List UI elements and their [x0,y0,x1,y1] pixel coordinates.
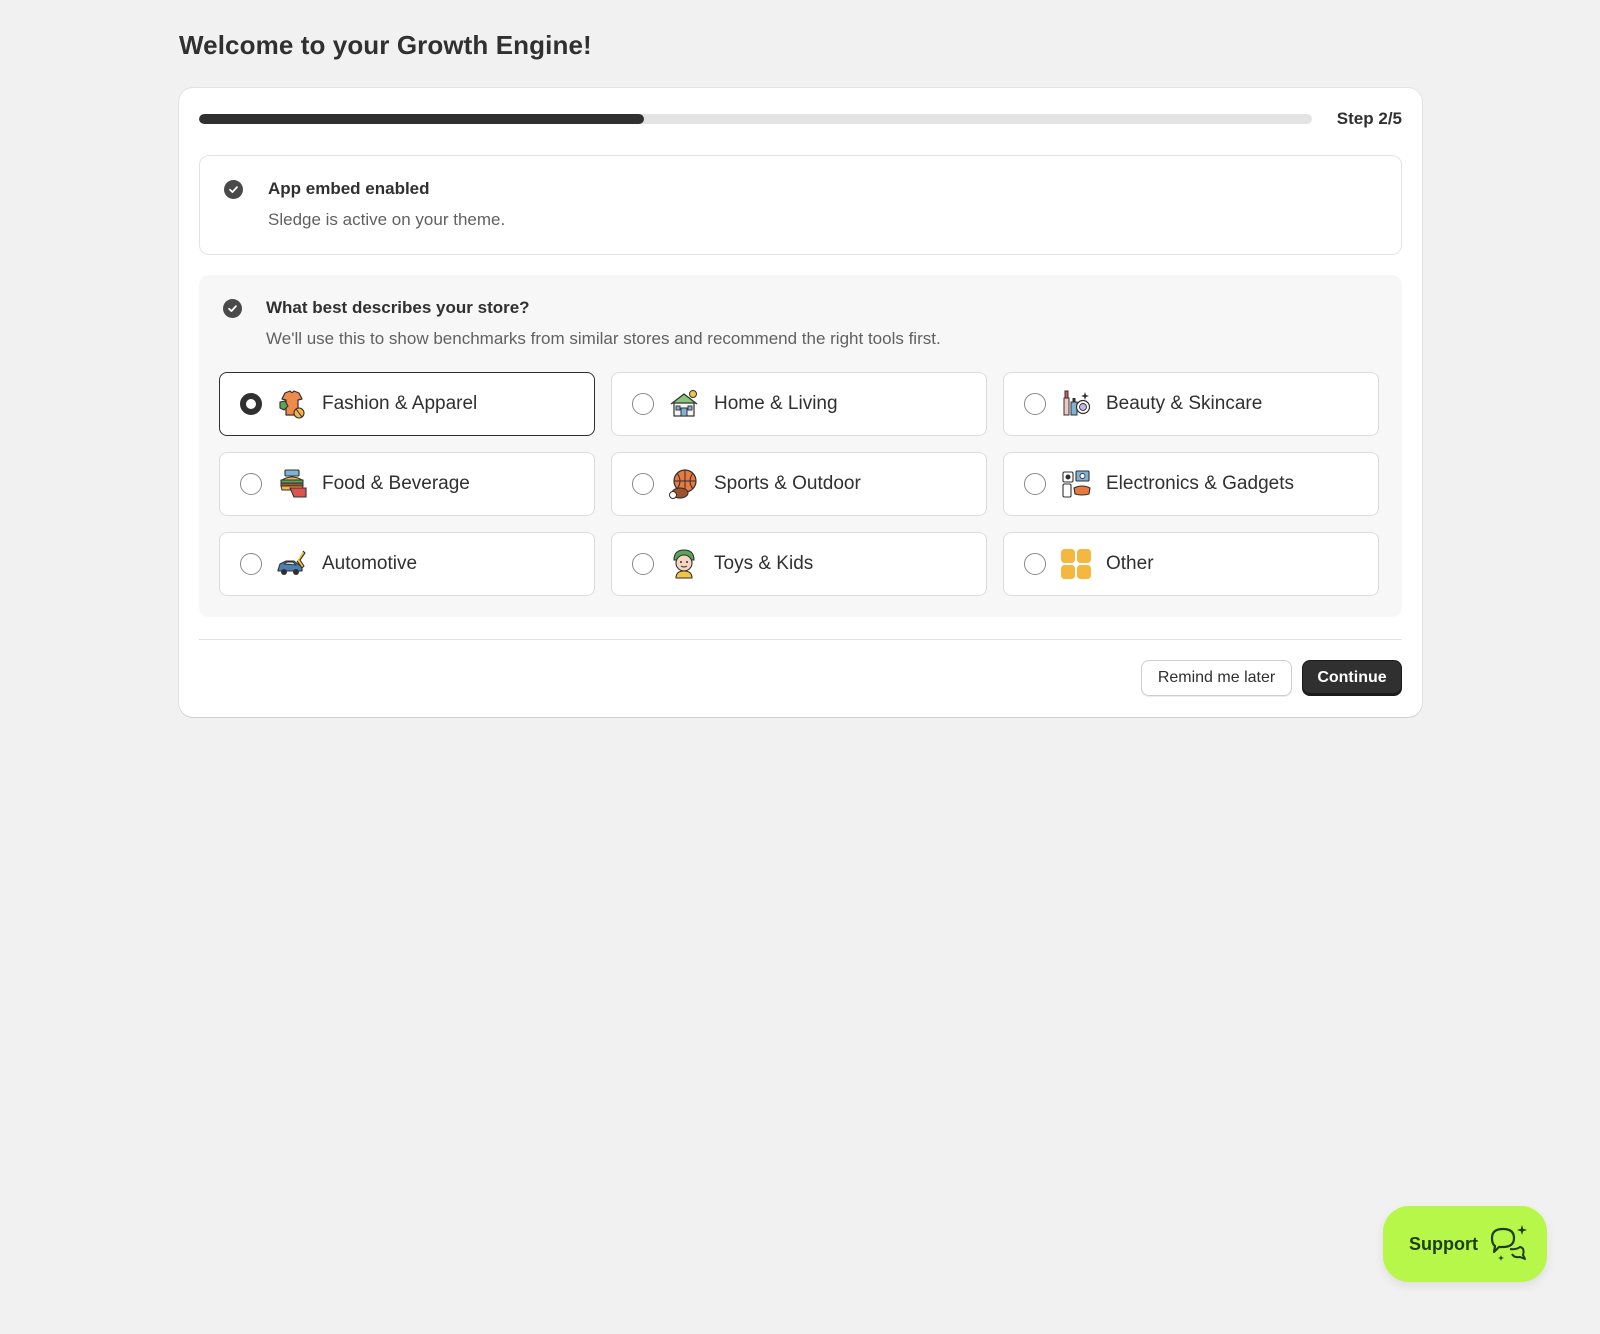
check-circle-icon [223,299,242,318]
step-store-type: What best describes your store? We'll us… [199,275,1402,617]
progress-row: Step 2/5 [199,108,1402,130]
step-description: Sledge is active on your theme. [268,210,506,229]
option-label: Sports & Outdoor [714,473,861,494]
car-icon [277,550,306,575]
step-description: We'll use this to show benchmarks from s… [266,329,941,348]
check-circle-icon [224,180,243,199]
step-title: App embed enabled [268,179,430,198]
food-icon [280,469,307,498]
devices-icon [1062,470,1091,498]
step-indicator: Step 2/5 [1336,109,1402,128]
option-label: Electronics & Gadgets [1106,473,1294,494]
store-type-options: Fashion & Apparel Home & Living Beauty &… [219,372,1382,596]
support-button[interactable]: Support [1383,1206,1547,1282]
ball-icon [669,469,697,499]
chat-sparkle-icon [1490,1225,1527,1261]
radio-button[interactable] [632,393,654,415]
progress-bar [199,114,1312,124]
option-label: Food & Beverage [322,473,470,494]
kid-icon [673,549,695,579]
option-label: Beauty & Skincare [1106,393,1263,414]
option-fashion-apparel[interactable]: Fashion & Apparel [219,372,595,436]
onboarding-card: Step 2/5 App embed enabled Sledge is act… [179,88,1422,717]
radio-button[interactable] [240,473,262,495]
continue-button[interactable]: Continue [1302,660,1402,696]
grid-icon [1061,549,1091,579]
option-toys-kids[interactable]: Toys & Kids [611,532,987,596]
option-label: Toys & Kids [714,553,814,574]
radio-button[interactable] [240,393,262,415]
radio-button[interactable] [240,553,262,575]
house-icon [670,390,698,417]
option-other[interactable]: Other [1003,532,1379,596]
option-sports-outdoor[interactable]: Sports & Outdoor [611,452,987,516]
cosmetics-icon [1063,390,1091,416]
radio-button[interactable] [1024,393,1046,415]
radio-button[interactable] [632,553,654,575]
option-automotive[interactable]: Automotive [219,532,595,596]
step-app-embed[interactable]: App embed enabled Sledge is active on yo… [199,155,1402,255]
option-electronics-gadgets[interactable]: Electronics & Gadgets [1003,452,1379,516]
option-label: Home & Living [714,393,838,414]
support-label: Support [1409,1233,1478,1254]
step-title: What best describes your store? [266,298,530,317]
divider [199,639,1402,640]
remind-me-later-button[interactable]: Remind me later [1141,660,1292,696]
option-label: Fashion & Apparel [322,393,478,414]
radio-button[interactable] [1024,553,1046,575]
option-food-beverage[interactable]: Food & Beverage [219,452,595,516]
clothes-icon [279,390,305,419]
radio-button[interactable] [632,473,654,495]
option-label: Other [1106,553,1154,574]
page-title: Welcome to your Growth Engine! [179,30,592,60]
progress-bar-fill [199,114,645,124]
option-label: Automotive [322,553,418,574]
option-beauty-skincare[interactable]: Beauty & Skincare [1003,372,1379,436]
option-home-living[interactable]: Home & Living [611,372,987,436]
radio-button[interactable] [1024,473,1046,495]
